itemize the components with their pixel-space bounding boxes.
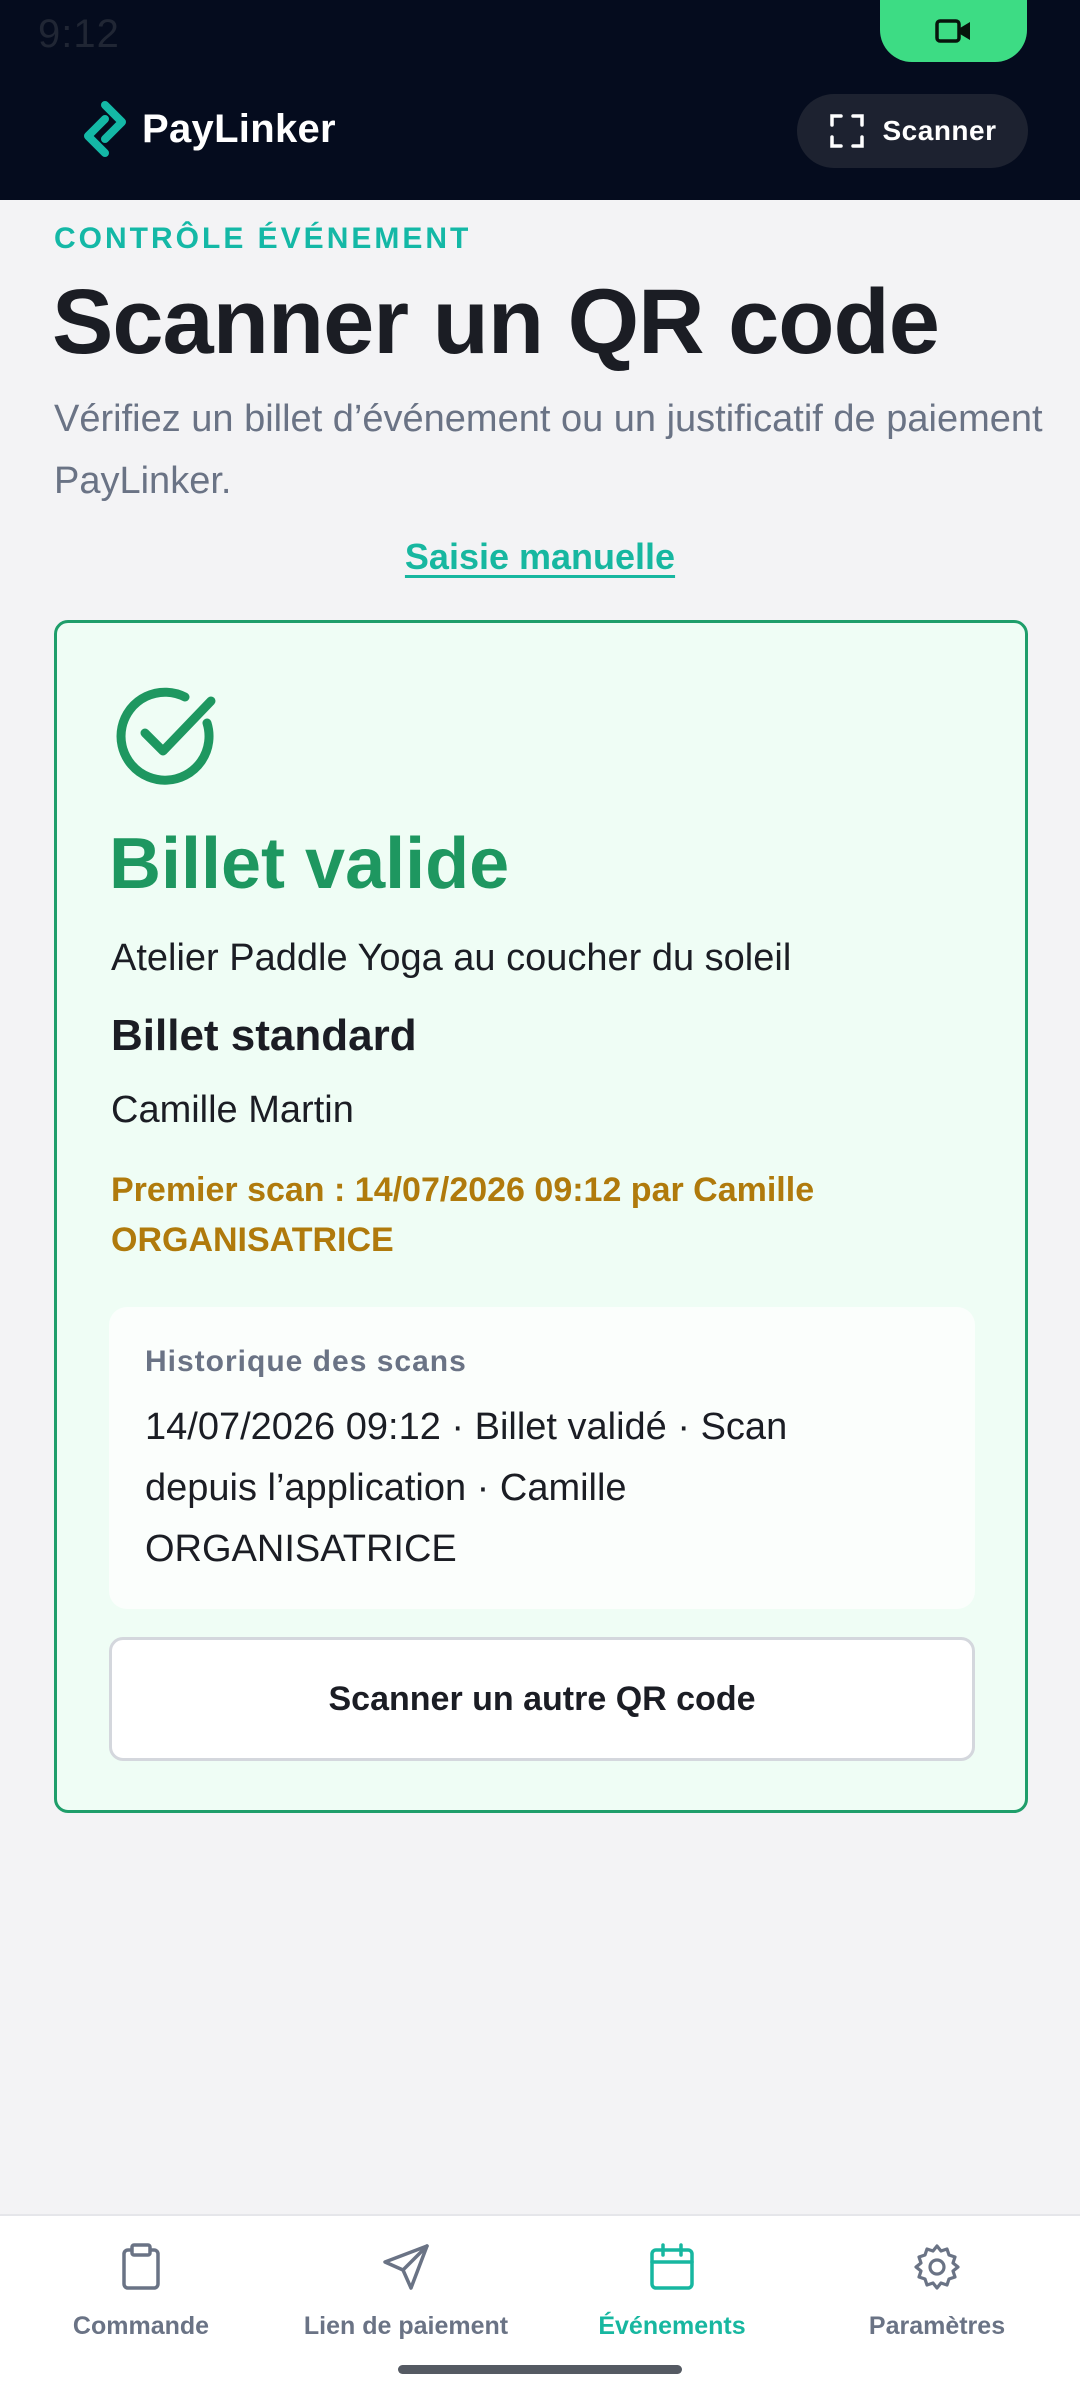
scan-history-label: Historique des scans (145, 1345, 467, 1378)
brand-name: PayLinker (142, 106, 336, 151)
nav-item-payment-link[interactable]: Lien de paiement (271, 2216, 541, 2346)
calendar-icon (650, 2243, 694, 2290)
section-eyebrow: CONTRÔLE ÉVÉNEMENT (54, 222, 472, 255)
video-camera-icon (934, 19, 970, 43)
nav-label-payment-link: Lien de paiement (303, 2312, 509, 2340)
nav-label-settings: Paramètres (868, 2312, 1006, 2340)
event-name: Atelier Paddle Yoga au coucher du soleil (111, 937, 792, 979)
app-header: 9:12 PayLinker Scanner (0, 0, 1080, 200)
result-title: Billet valide (109, 824, 510, 904)
nav-item-commande[interactable]: Commande (6, 2216, 276, 2346)
camera-in-use-indicator[interactable] (880, 0, 1027, 62)
check-circle-icon (116, 687, 216, 785)
clipboard-icon (122, 2243, 160, 2290)
ticket-holder-name: Camille Martin (111, 1089, 354, 1131)
scan-history-panel: Historique des scans 14/07/2026 09:12 · … (109, 1307, 975, 1609)
home-indicator[interactable] (398, 2365, 682, 2374)
scanner-button[interactable]: Scanner (797, 94, 1028, 168)
nav-label-events: Événements (598, 2312, 746, 2340)
status-bar-time: 9:12 (38, 12, 120, 56)
scanner-button-label: Scanner (882, 115, 997, 146)
nav-item-events[interactable]: Événements (537, 2216, 807, 2346)
scan-frame-icon (829, 114, 864, 148)
nav-label-commande: Commande (72, 2312, 210, 2340)
send-icon (383, 2244, 429, 2290)
page-title: Scanner un QR code (52, 271, 940, 373)
page-subtitle: Vérifiez un billet d’événement ou un jus… (54, 398, 1043, 502)
gear-icon (914, 2244, 960, 2290)
brand-logo: PayLinker (82, 100, 336, 158)
scan-history-entry: 14/07/2026 09:12 · Billet validé · Scan … (145, 1406, 788, 1570)
ticket-type: Billet standard (111, 1011, 417, 1060)
manual-entry-link[interactable]: Saisie manuelle (0, 536, 1080, 578)
scan-another-button[interactable]: Scanner un autre QR code (109, 1637, 975, 1761)
paylinker-logo-icon (84, 101, 126, 157)
scan-result-card: Billet valide Atelier Paddle Yoga au cou… (54, 620, 1028, 1813)
first-scan-notice: Premier scan : 14/07/2026 09:12 par Cami… (111, 1171, 815, 1259)
nav-item-settings[interactable]: Paramètres (802, 2216, 1072, 2346)
